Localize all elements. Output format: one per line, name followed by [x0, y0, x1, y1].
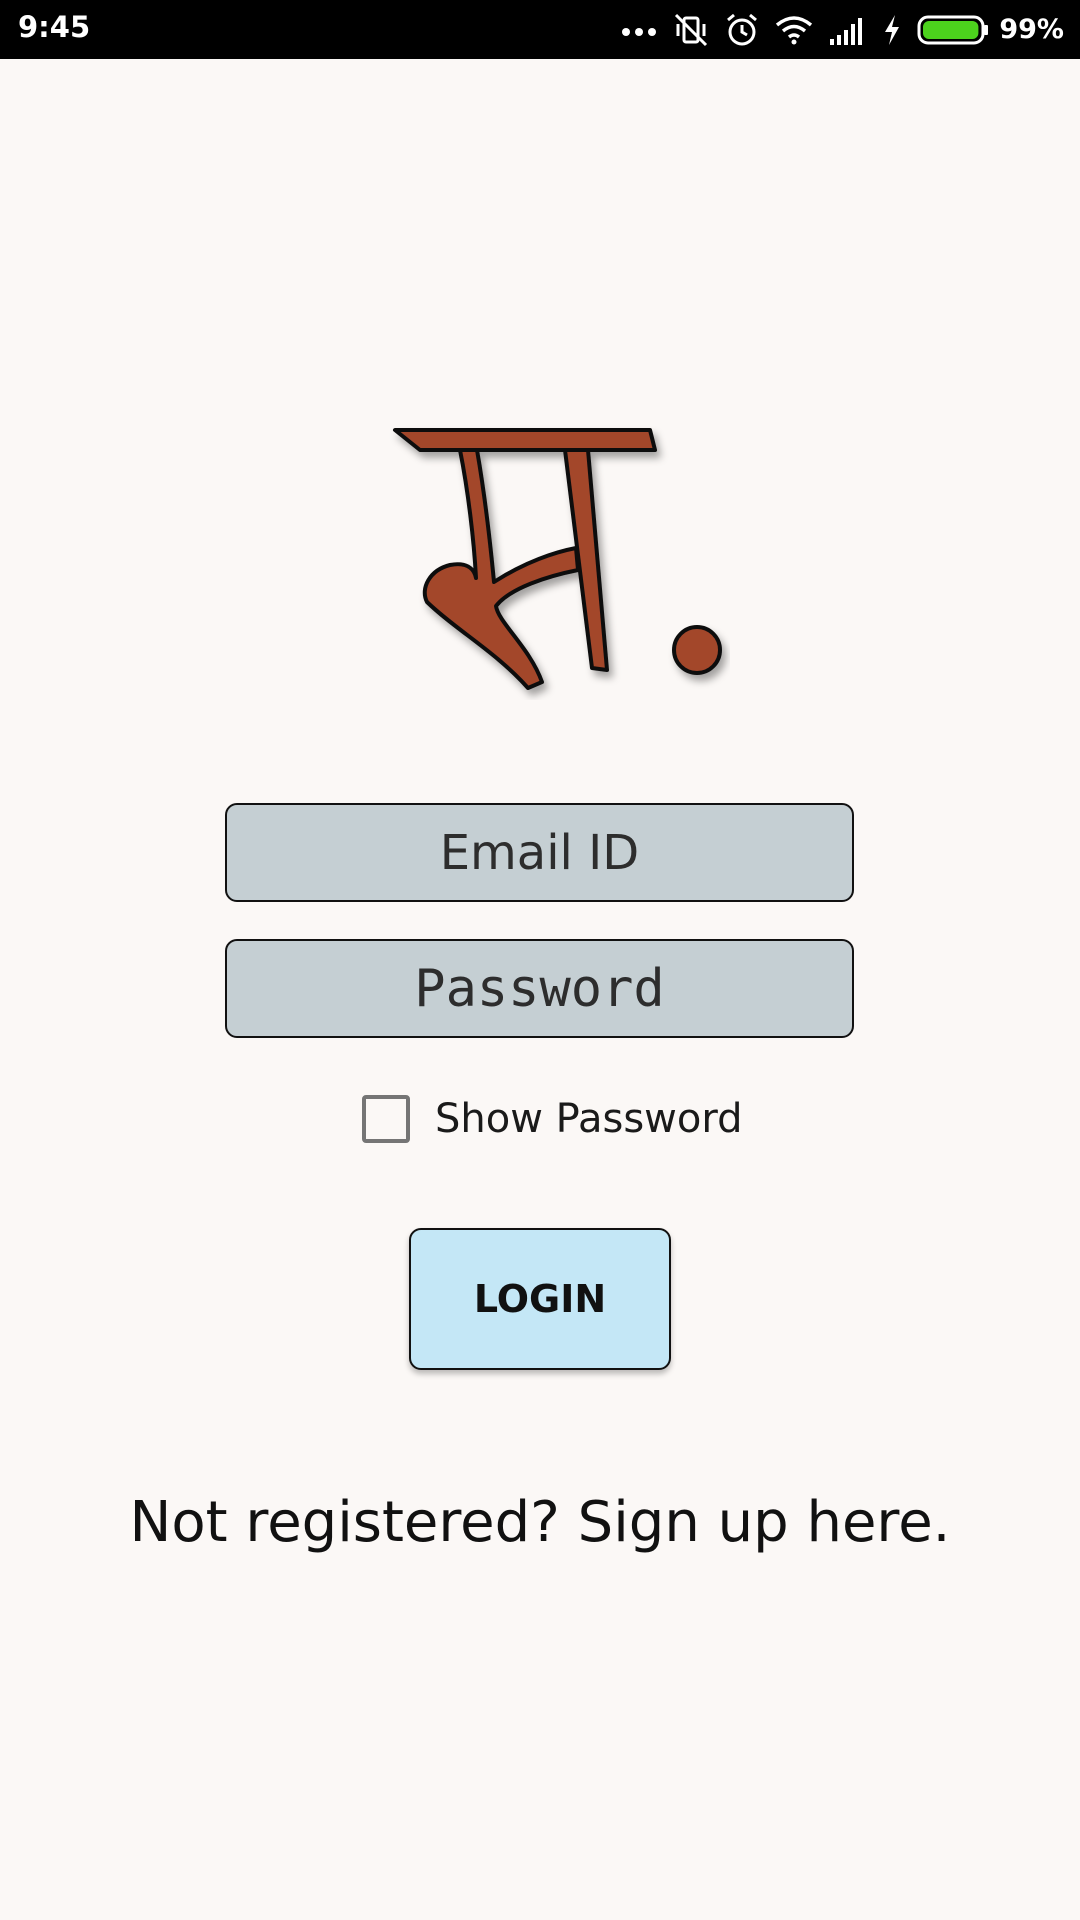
- battery-icon: [917, 14, 989, 46]
- alarm-icon: [725, 12, 759, 48]
- wifi-icon: [775, 15, 813, 45]
- password-input[interactable]: [227, 941, 852, 1036]
- logo-glyph: [393, 428, 722, 690]
- show-password-checkbox[interactable]: [362, 1095, 410, 1143]
- battery-percent: 99%: [999, 14, 1064, 45]
- email-field[interactable]: [225, 803, 854, 902]
- app-logo: [393, 428, 722, 690]
- charging-icon: [883, 14, 901, 46]
- status-time: 9:45: [18, 10, 91, 44]
- login-button[interactable]: LOGIN: [409, 1228, 671, 1370]
- show-password-row[interactable]: Show Password: [362, 1091, 742, 1147]
- login-screen: 9:45 99% Email ID Show Password LOGIN No…: [0, 0, 1080, 1920]
- email-input[interactable]: [227, 805, 852, 900]
- signal-icon: [829, 15, 867, 45]
- show-password-label[interactable]: Show Password: [435, 1096, 742, 1142]
- signup-link[interactable]: Not registered? Sign up here.: [0, 1490, 1080, 1555]
- more-dots-icon: [621, 23, 657, 37]
- password-field[interactable]: [225, 939, 854, 1038]
- status-icons: 99%: [605, 0, 1064, 59]
- status-bar: 9:45 99%: [0, 0, 1080, 59]
- vibrate-off-icon: [673, 12, 709, 48]
